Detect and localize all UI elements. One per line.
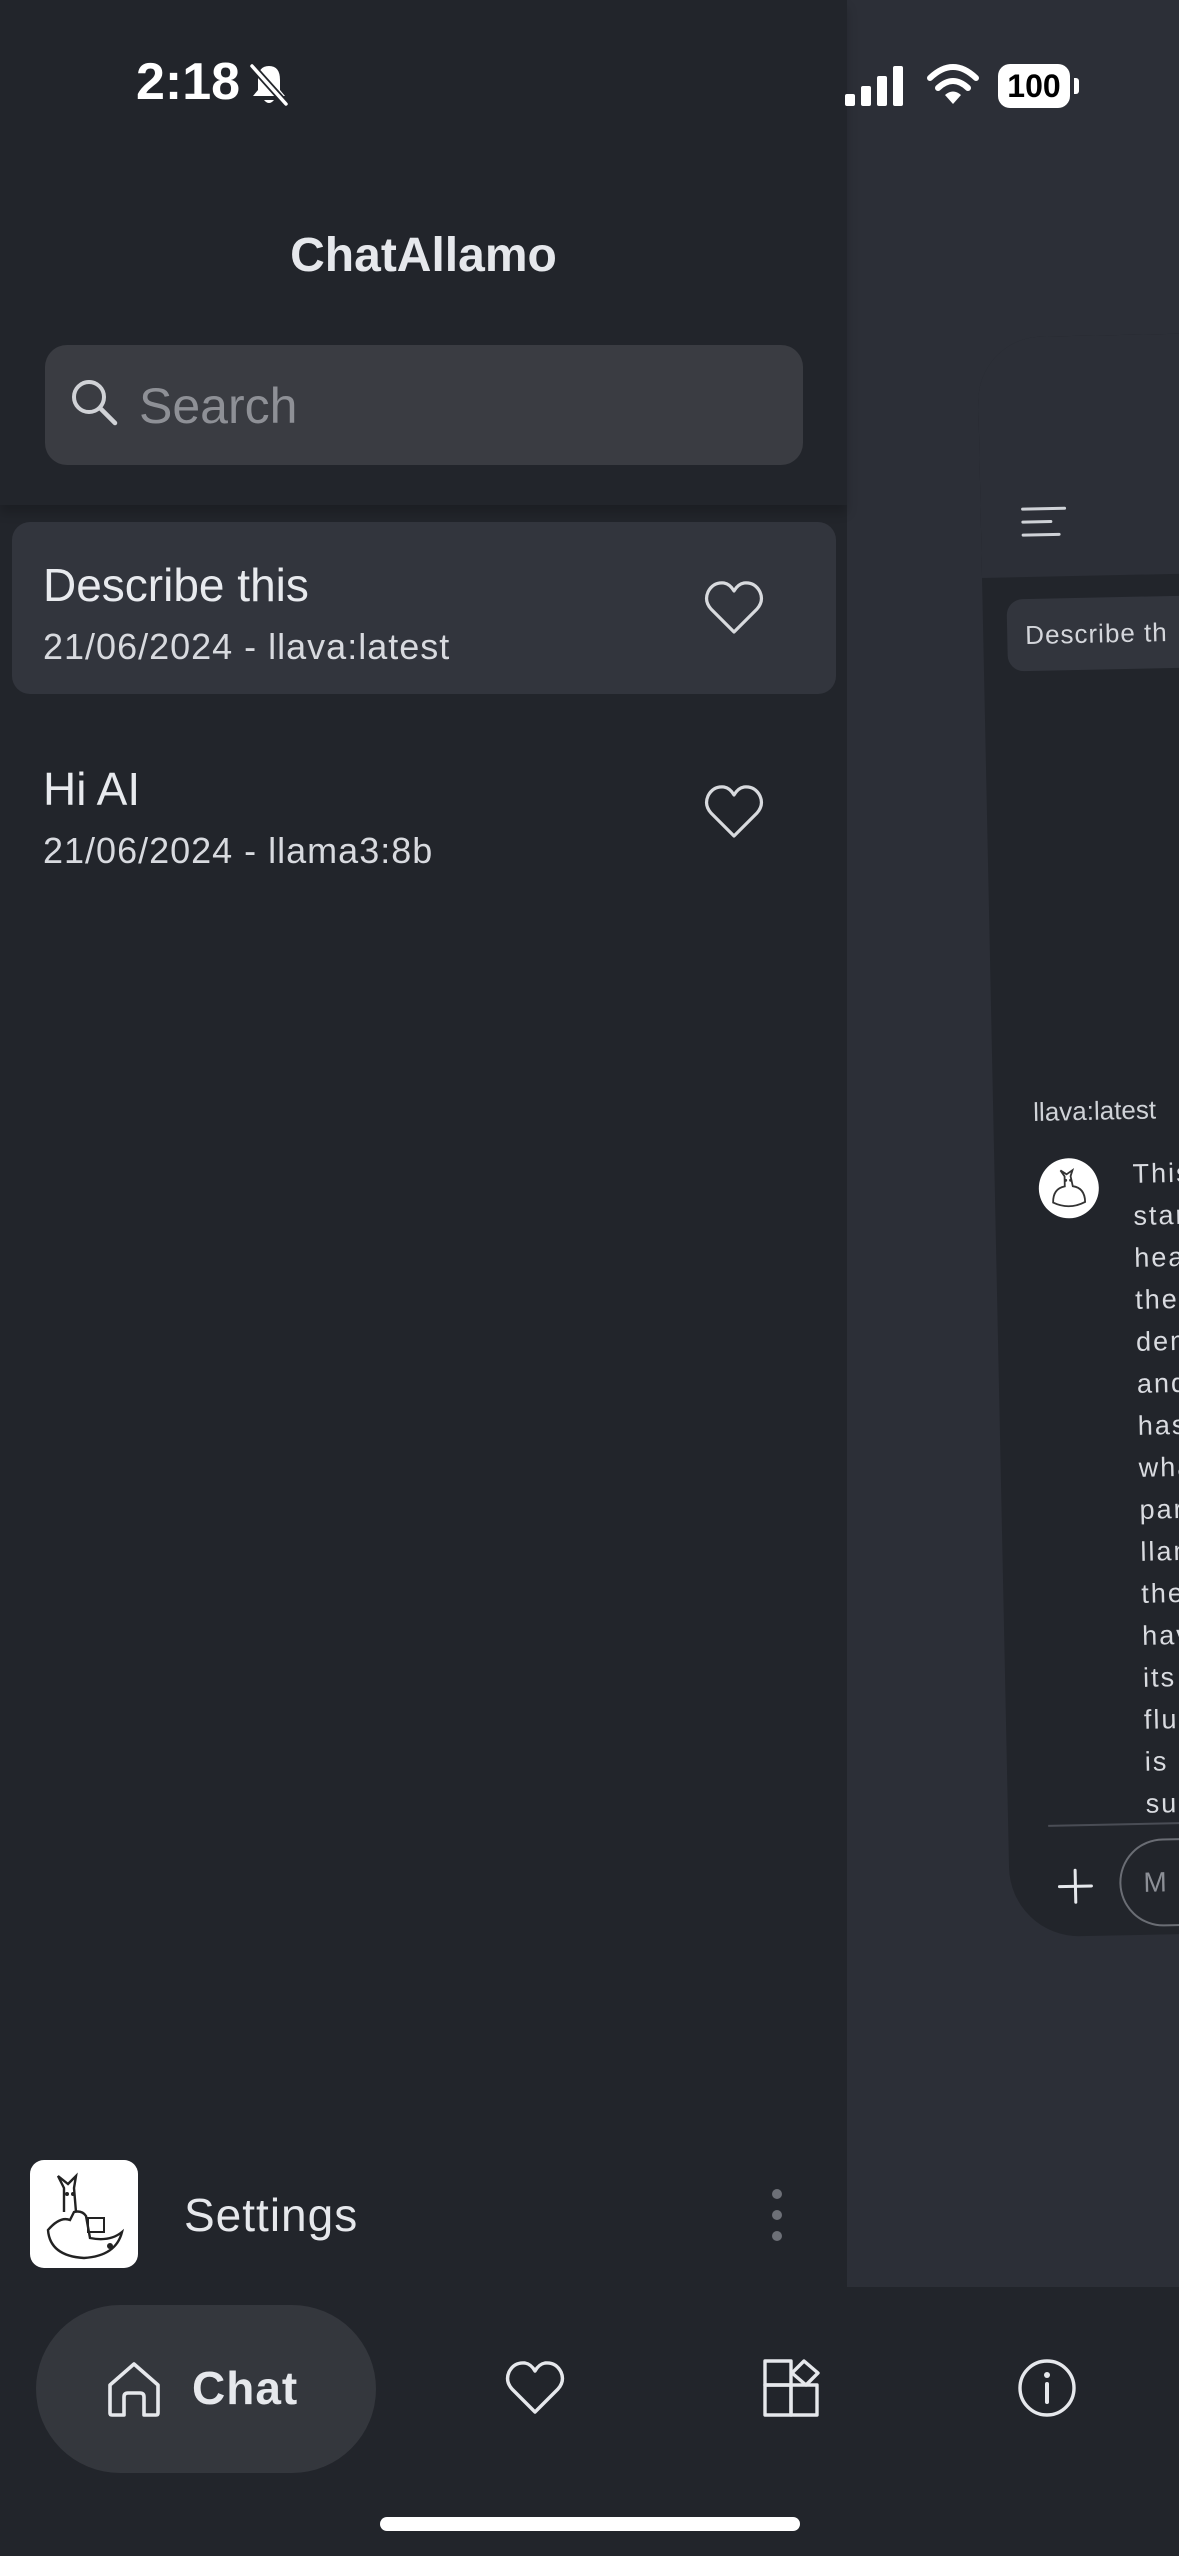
nav-info-icon[interactable] [1016,2357,1078,2419]
menu-icon[interactable] [1021,504,1068,539]
user-message-chip: Describe th [1006,593,1179,672]
background-chat-card[interactable]: Describe th llava:latest This stan hea t… [977,332,1179,1938]
assistant-message-text: This stan hea the dem and has wha par ll… [1132,1157,1179,1819]
settings-row[interactable]: Settings [0,2150,847,2280]
chat-title: Describe this [43,559,309,611]
nav-chat-tab[interactable]: Chat [36,2305,376,2473]
whale-llama-logo-icon [46,2172,125,2260]
cellular-signal-icon [845,66,903,106]
app-title: ChatAllamo [290,229,557,282]
home-icon [108,2362,160,2417]
search-box[interactable] [45,345,803,467]
nav-favorites-heart-icon[interactable] [503,2359,567,2417]
settings-label: Settings [184,2189,359,2241]
search-icon [72,380,118,426]
app-logo [30,2160,138,2268]
search-input[interactable] [137,345,781,467]
chat-subtitle: 21/06/2024 - llava:latest [43,626,451,667]
add-attachment-button[interactable] [1055,1866,1096,1907]
chat-subtitle: 21/06/2024 - llama3:8b [43,830,434,871]
message-input[interactable]: M [1118,1835,1179,1928]
favorite-heart-icon[interactable] [702,578,766,638]
chat-list-item[interactable]: Describe this 21/06/2024 - llava:latest [12,522,836,694]
battery-indicator: 100 [998,64,1070,108]
model-tag: llava:latest [1032,1094,1157,1127]
wifi-icon [927,64,979,104]
bot-avatar [1038,1157,1100,1219]
nav-chat-label: Chat [192,2362,299,2414]
status-time: 2:18 [136,53,241,111]
home-indicator [380,2517,800,2531]
llama-logo-icon [1052,1167,1087,1208]
more-options-icon[interactable] [762,2186,792,2244]
chat-list-item[interactable]: Hi AI 21/06/2024 - llama3:8b [12,726,836,898]
favorite-heart-icon[interactable] [702,782,766,842]
chat-header [977,332,1179,578]
nav-models-icon[interactable] [762,2357,822,2419]
bottom-navigation: Chat [0,2287,1179,2556]
silent-bell-icon [249,63,289,107]
chat-title: Hi AI [43,763,141,815]
chat-drawer: ChatAllamo Describe this 21/06/2024 - ll… [0,0,847,2287]
battery-nub [1074,78,1079,94]
